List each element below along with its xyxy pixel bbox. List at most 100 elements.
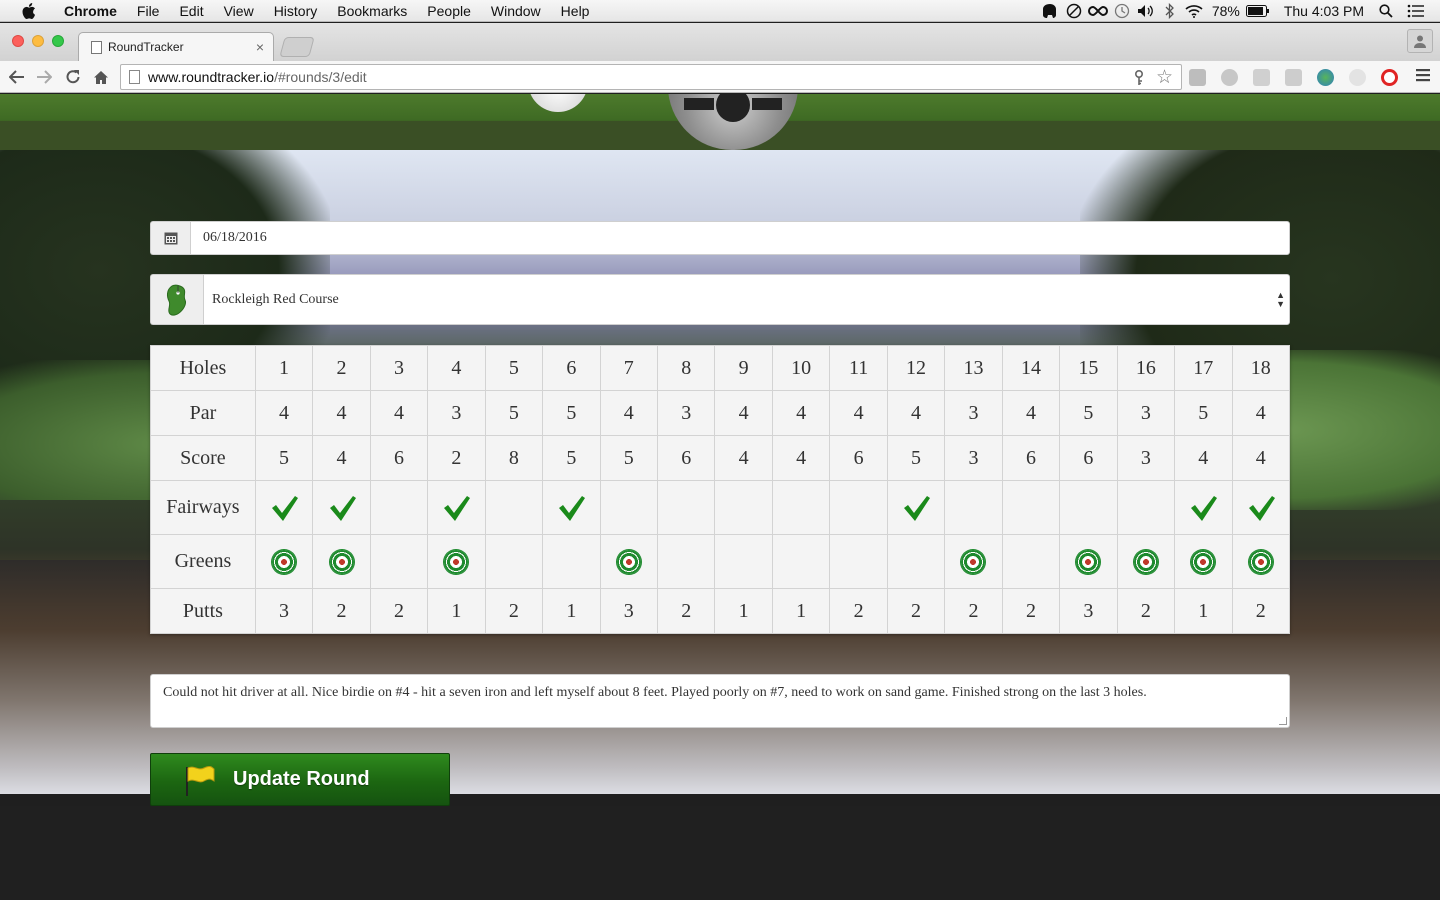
key-icon[interactable] <box>1133 69 1145 89</box>
putts-cell-10[interactable]: 1 <box>771 588 831 634</box>
spotlight-search-icon[interactable] <box>1374 0 1398 22</box>
score-cell-1[interactable]: 5 <box>254 435 314 481</box>
score-cell-8[interactable]: 6 <box>656 435 716 481</box>
fairway-cell-13[interactable] <box>944 480 1003 535</box>
fairway-cell-2[interactable] <box>312 480 371 535</box>
par-cell-9[interactable]: 4 <box>714 390 773 436</box>
fairway-cell-10[interactable] <box>771 480 831 535</box>
menu-history[interactable]: History <box>264 0 328 22</box>
green-cell-10[interactable] <box>771 534 831 589</box>
evernote-elephant-icon[interactable] <box>1038 0 1062 22</box>
fairway-cell-3[interactable] <box>369 480 429 535</box>
par-cell-5[interactable]: 5 <box>484 390 544 436</box>
window-minimize-button[interactable] <box>32 35 44 47</box>
menu-app-chrome[interactable]: Chrome <box>54 0 127 22</box>
score-cell-16[interactable]: 3 <box>1116 435 1176 481</box>
date-input[interactable]: 06/18/2016 <box>190 221 1290 255</box>
putts-cell-11[interactable]: 2 <box>829 588 888 634</box>
do-not-disturb-icon[interactable] <box>1062 0 1086 22</box>
green-cell-2[interactable] <box>312 534 371 589</box>
green-cell-4[interactable] <box>427 534 486 589</box>
par-cell-16[interactable]: 3 <box>1116 390 1176 436</box>
infinity-icon[interactable] <box>1086 0 1110 22</box>
score-cell-11[interactable]: 6 <box>829 435 888 481</box>
putts-cell-13[interactable]: 2 <box>944 588 1003 634</box>
putts-cell-6[interactable]: 1 <box>542 588 601 634</box>
putts-cell-2[interactable]: 2 <box>312 588 371 634</box>
score-cell-9[interactable]: 4 <box>714 435 773 481</box>
extension-refresh-icon[interactable] <box>1349 69 1366 86</box>
update-round-button[interactable]: Update Round <box>150 753 450 806</box>
score-cell-18[interactable]: 4 <box>1231 435 1291 481</box>
chrome-menu-icon[interactable] <box>1416 67 1430 87</box>
forward-arrow-icon[interactable] <box>33 66 55 88</box>
par-cell-13[interactable]: 3 <box>944 390 1003 436</box>
menu-people[interactable]: People <box>417 0 481 22</box>
putts-cell-18[interactable]: 2 <box>1231 588 1291 634</box>
score-cell-17[interactable]: 4 <box>1174 435 1233 481</box>
fairway-cell-1[interactable] <box>254 480 314 535</box>
par-cell-2[interactable]: 4 <box>312 390 371 436</box>
green-cell-17[interactable] <box>1174 534 1233 589</box>
fairway-cell-12[interactable] <box>886 480 946 535</box>
par-cell-14[interactable]: 4 <box>1001 390 1061 436</box>
extension-css-icon[interactable] <box>1285 69 1302 86</box>
fairway-cell-14[interactable] <box>1001 480 1061 535</box>
green-cell-18[interactable] <box>1231 534 1291 589</box>
score-cell-7[interactable]: 5 <box>599 435 659 481</box>
green-cell-13[interactable] <box>944 534 1003 589</box>
wifi-icon[interactable] <box>1182 0 1206 22</box>
fairway-cell-4[interactable] <box>427 480 486 535</box>
par-cell-6[interactable]: 5 <box>542 390 601 436</box>
menu-window[interactable]: Window <box>481 0 551 22</box>
time-machine-icon[interactable] <box>1110 0 1134 22</box>
score-cell-4[interactable]: 2 <box>427 435 486 481</box>
green-cell-7[interactable] <box>599 534 659 589</box>
score-cell-3[interactable]: 6 <box>369 435 429 481</box>
new-tab-button[interactable] <box>279 37 315 57</box>
putts-cell-9[interactable]: 1 <box>714 588 773 634</box>
green-cell-16[interactable] <box>1116 534 1176 589</box>
fairway-cell-18[interactable] <box>1231 480 1291 535</box>
extension-tool-icon[interactable] <box>1253 69 1270 86</box>
reload-icon[interactable] <box>62 66 84 88</box>
par-cell-8[interactable]: 3 <box>656 390 716 436</box>
score-cell-13[interactable]: 3 <box>944 435 1003 481</box>
par-cell-3[interactable]: 4 <box>369 390 429 436</box>
green-cell-8[interactable] <box>656 534 716 589</box>
putts-cell-15[interactable]: 3 <box>1059 588 1118 634</box>
par-cell-12[interactable]: 4 <box>886 390 946 436</box>
tab-close-icon[interactable]: × <box>256 39 264 55</box>
fairway-cell-7[interactable] <box>599 480 659 535</box>
menu-help[interactable]: Help <box>551 0 600 22</box>
putts-cell-8[interactable]: 2 <box>656 588 716 634</box>
profile-avatar-button[interactable] <box>1407 29 1433 53</box>
par-cell-1[interactable]: 4 <box>254 390 314 436</box>
putts-cell-7[interactable]: 3 <box>599 588 659 634</box>
score-cell-12[interactable]: 5 <box>886 435 946 481</box>
green-cell-5[interactable] <box>484 534 544 589</box>
menubar-clock[interactable]: Thu 4:03 PM <box>1278 3 1370 19</box>
score-cell-14[interactable]: 6 <box>1001 435 1061 481</box>
fairway-cell-9[interactable] <box>714 480 773 535</box>
extension-www-icon[interactable] <box>1221 69 1238 86</box>
green-cell-12[interactable] <box>886 534 946 589</box>
menu-bookmarks[interactable]: Bookmarks <box>327 0 417 22</box>
fairway-cell-6[interactable] <box>542 480 601 535</box>
fairway-cell-11[interactable] <box>829 480 888 535</box>
resize-grip-icon[interactable] <box>1279 717 1287 725</box>
bookmark-star-icon[interactable]: ☆ <box>1156 66 1173 89</box>
par-cell-18[interactable]: 4 <box>1231 390 1291 436</box>
par-cell-7[interactable]: 4 <box>599 390 659 436</box>
green-cell-9[interactable] <box>714 534 773 589</box>
browser-tab-roundtracker[interactable]: RoundTracker × <box>78 32 274 61</box>
bluetooth-icon[interactable] <box>1158 0 1182 22</box>
score-cell-2[interactable]: 4 <box>312 435 371 481</box>
par-cell-11[interactable]: 4 <box>829 390 888 436</box>
round-notes-textarea[interactable]: Could not hit driver at all. Nice birdie… <box>150 674 1290 728</box>
course-select[interactable]: Rockleigh Red Course ▲ ▼ <box>203 274 1290 325</box>
putts-cell-3[interactable]: 2 <box>369 588 429 634</box>
putts-cell-5[interactable]: 2 <box>484 588 544 634</box>
green-cell-11[interactable] <box>829 534 888 589</box>
fairway-cell-17[interactable] <box>1174 480 1233 535</box>
